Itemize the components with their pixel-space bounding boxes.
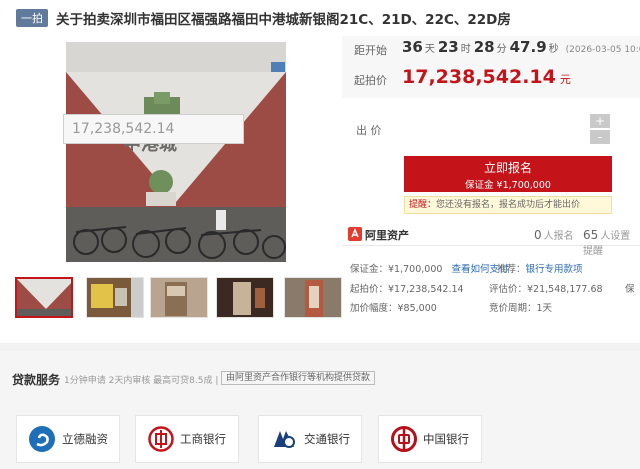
increment-label: 加价幅度： <box>350 303 398 314</box>
thumbnail-4[interactable] <box>216 277 274 318</box>
registration-count-label: 人报名 <box>543 231 574 242</box>
loan-recommend-label: 推荐： <box>497 264 526 275</box>
bank-name-icbc: 工商银行 <box>180 432 226 446</box>
boc-logo-icon <box>391 426 417 452</box>
lide-logo-icon <box>29 426 55 452</box>
deposit-detail-label: 保证金： <box>350 264 389 275</box>
start-price-unit: 元 <box>559 73 571 86</box>
register-deposit-label: 保证金 ¥1,700,000 <box>465 180 551 191</box>
registration-count-value: 0 <box>534 228 542 242</box>
bank-card-bocom[interactable]: 交通银行 <box>258 415 362 463</box>
bocom-logo-icon <box>274 431 295 448</box>
ali-assets-logo-icon <box>348 227 362 241</box>
thumbnail-2[interactable] <box>86 277 144 318</box>
thumbnail-3[interactable] <box>150 277 208 318</box>
countdown-start-time: (2026-03-05 10:00开 <box>565 45 640 55</box>
auction-round-tag: 一拍 <box>16 9 48 27</box>
bank-name-boc: 中国银行 <box>423 432 469 446</box>
loan-section-title: 贷款服务 <box>12 373 61 387</box>
decrease-bid-button[interactable]: - <box>590 130 610 144</box>
increment-value: ¥85,000 <box>397 303 437 314</box>
registration-notice: 提醒：您还没有报名，报名成功后才能出价 <box>404 196 612 214</box>
bidding-cycle-detail: 竞价周期：1天 <box>489 300 552 314</box>
loan-provider-chip: 由阿里资产合作银行等机构提供贷款 <box>221 371 376 385</box>
evaluation-price-value: ¥21,548,177.68 <box>527 284 603 295</box>
bank-loan-link[interactable]: 银行专用款项 <box>526 264 583 275</box>
bid-amount-input[interactable]: 17,238,542.14 <box>63 114 244 144</box>
loan-section-subtitle: 1分钟申请 2天内审核 最高可贷8.5成 | <box>64 376 219 386</box>
deposit-detail-value: ¥1,700,000 <box>388 264 443 275</box>
countdown-days-unit: 天 <box>424 44 435 55</box>
evaluation-price-label: 评估价： <box>489 284 528 295</box>
register-button-label: 立即报名 <box>483 161 532 175</box>
countdown-label: 距开始 <box>354 44 387 57</box>
countdown-minutes: 28 <box>473 38 495 56</box>
thumbnail-5[interactable] <box>284 277 342 318</box>
bank-card-icbc[interactable]: 工商银行 <box>135 415 239 463</box>
countdown-hours-unit: 时 <box>460 44 471 55</box>
auction-title-bar: 一拍 关于拍卖深圳市福田区福强路福田中港城新银阁21C、21D、22C、22D房 <box>0 0 640 36</box>
thumbnail-strip <box>0 277 342 319</box>
countdown-seconds: 47.9 <box>509 38 547 56</box>
bank-name-lide: 立德融资 <box>62 432 108 446</box>
building-photo-illustration: 中港城 <box>66 42 286 262</box>
start-price-label: 起拍价 <box>354 74 387 87</box>
countdown-row: 距开始 36天23时28分47.9秒 (2026-03-05 10:00开 <box>342 36 640 60</box>
bank-name-bocom: 交通银行 <box>304 432 350 446</box>
main-property-photo[interactable]: 中港城 <box>66 42 286 262</box>
page-title: 关于拍卖深圳市福田区福强路福田中港城新银阁21C、21D、22C、22D房 <box>56 12 511 28</box>
watcher-count: 65 人设置提醒 <box>583 227 640 257</box>
thumbnail-1[interactable] <box>15 277 73 318</box>
bid-label: 出 价 <box>356 124 382 137</box>
deposit-detail: 保证金：¥1,700,000 查看如何支付 <box>350 261 508 275</box>
watcher-count-value: 65 <box>583 228 599 242</box>
notice-prefix: 提醒： <box>409 200 437 210</box>
evaluation-price-detail: 评估价：¥21,548,177.68 <box>489 281 603 295</box>
countdown-days: 36 <box>402 38 423 56</box>
loan-section-header: 贷款服务 1分钟申请 2天内审核 最高可贷8.5成 | 由阿里资产合作银行等机构… <box>0 360 640 400</box>
platform-name: 阿里资产 <box>365 229 409 242</box>
start-price-row: 起拍价 17,238,542.14 元 <box>342 60 640 98</box>
registration-count: 0 人报名 <box>534 227 574 242</box>
notice-text: 您还没有报名，报名成功后才能出价 <box>436 200 581 210</box>
section-divider <box>0 343 640 351</box>
loan-recommend-detail: 推荐：银行专用款项 <box>497 261 583 275</box>
bidding-cycle-value: 1天 <box>536 303 553 314</box>
bank-card-lide[interactable]: 立德融资 <box>16 415 120 463</box>
image-gallery: 中港城 <box>0 36 342 326</box>
bid-stepper: + - <box>590 114 610 144</box>
extra-detail: 保 <box>625 284 635 295</box>
icbc-logo-icon <box>148 426 174 452</box>
countdown-minutes-unit: 分 <box>496 44 507 55</box>
start-price-amount: 17,238,542.14 <box>402 66 556 88</box>
start-price-detail: 起拍价：¥17,238,542.14 <box>350 281 464 295</box>
bidding-cycle-label: 竞价周期： <box>489 303 537 314</box>
register-now-button[interactable]: 立即报名 保证金 ¥1,700,000 <box>404 156 612 192</box>
countdown-seconds-unit: 秒 <box>548 44 559 55</box>
increase-bid-button[interactable]: + <box>590 114 610 128</box>
platform-row: 阿里资产 0 人报名 65 人设置提醒 <box>342 222 640 257</box>
bank-card-boc[interactable]: 中国银行 <box>378 415 482 463</box>
start-price-value: 17,238,542.14 元 <box>402 66 571 88</box>
start-price-detail-value: ¥17,238,542.14 <box>388 284 464 295</box>
countdown-hours: 23 <box>437 38 459 56</box>
start-price-detail-label: 起拍价： <box>350 284 389 295</box>
increment-detail: 加价幅度：¥85,000 <box>350 300 437 314</box>
countdown-timer: 36天23时28分47.9秒 (2026-03-05 10:00开 <box>402 38 640 56</box>
